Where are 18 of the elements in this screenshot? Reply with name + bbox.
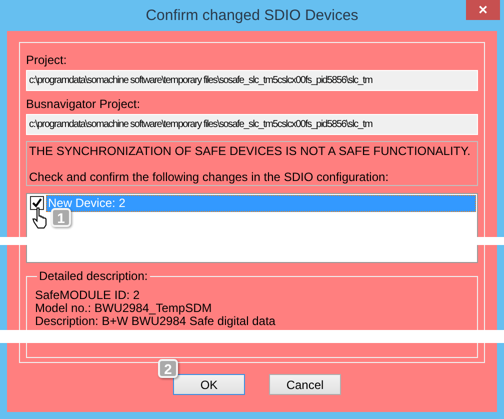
cancel-button[interactable]: Cancel bbox=[269, 374, 341, 395]
detail-text: Description: B+W BWU2984 Safe digital data bbox=[35, 315, 276, 328]
window-title: Confirm changed SDIO Devices bbox=[146, 7, 358, 24]
input-field[interactable]: c:\programdata\somachine software\temporary files\sosafe_slc_tm5cslcx00fs_pid5856\slc_tm bbox=[26, 70, 478, 91]
field-label: Busnavigator Project: bbox=[26, 97, 142, 111]
field-label: Project: bbox=[26, 53, 68, 67]
warning-text: Check and confirm the following changes in the SDIO configuration: bbox=[29, 170, 390, 184]
detail-text: SafeMODULE ID: 2 bbox=[35, 289, 141, 302]
checkbox[interactable] bbox=[30, 196, 44, 210]
input-field[interactable]: c:\programdata\somachine software\temporary files\sosafe_slc_tm5cslcx00fs_pid5856\slc_tm bbox=[26, 114, 478, 135]
detail-text: Model no.: BWU2984_TempSDM bbox=[35, 302, 213, 315]
step-badge: 2 bbox=[158, 359, 178, 378]
hand-cursor-icon bbox=[32, 207, 48, 229]
close-button[interactable]: ✕ bbox=[466, 0, 500, 20]
warning-text: THE SYNCHRONIZATION OF SAFE DEVICES IS NOT A SAFE FUNCTIONALITY. bbox=[29, 144, 472, 158]
step-badge: 1 bbox=[51, 208, 71, 227]
ok-button[interactable]: OK bbox=[173, 374, 245, 395]
group-title: Detailed description: bbox=[38, 269, 149, 283]
